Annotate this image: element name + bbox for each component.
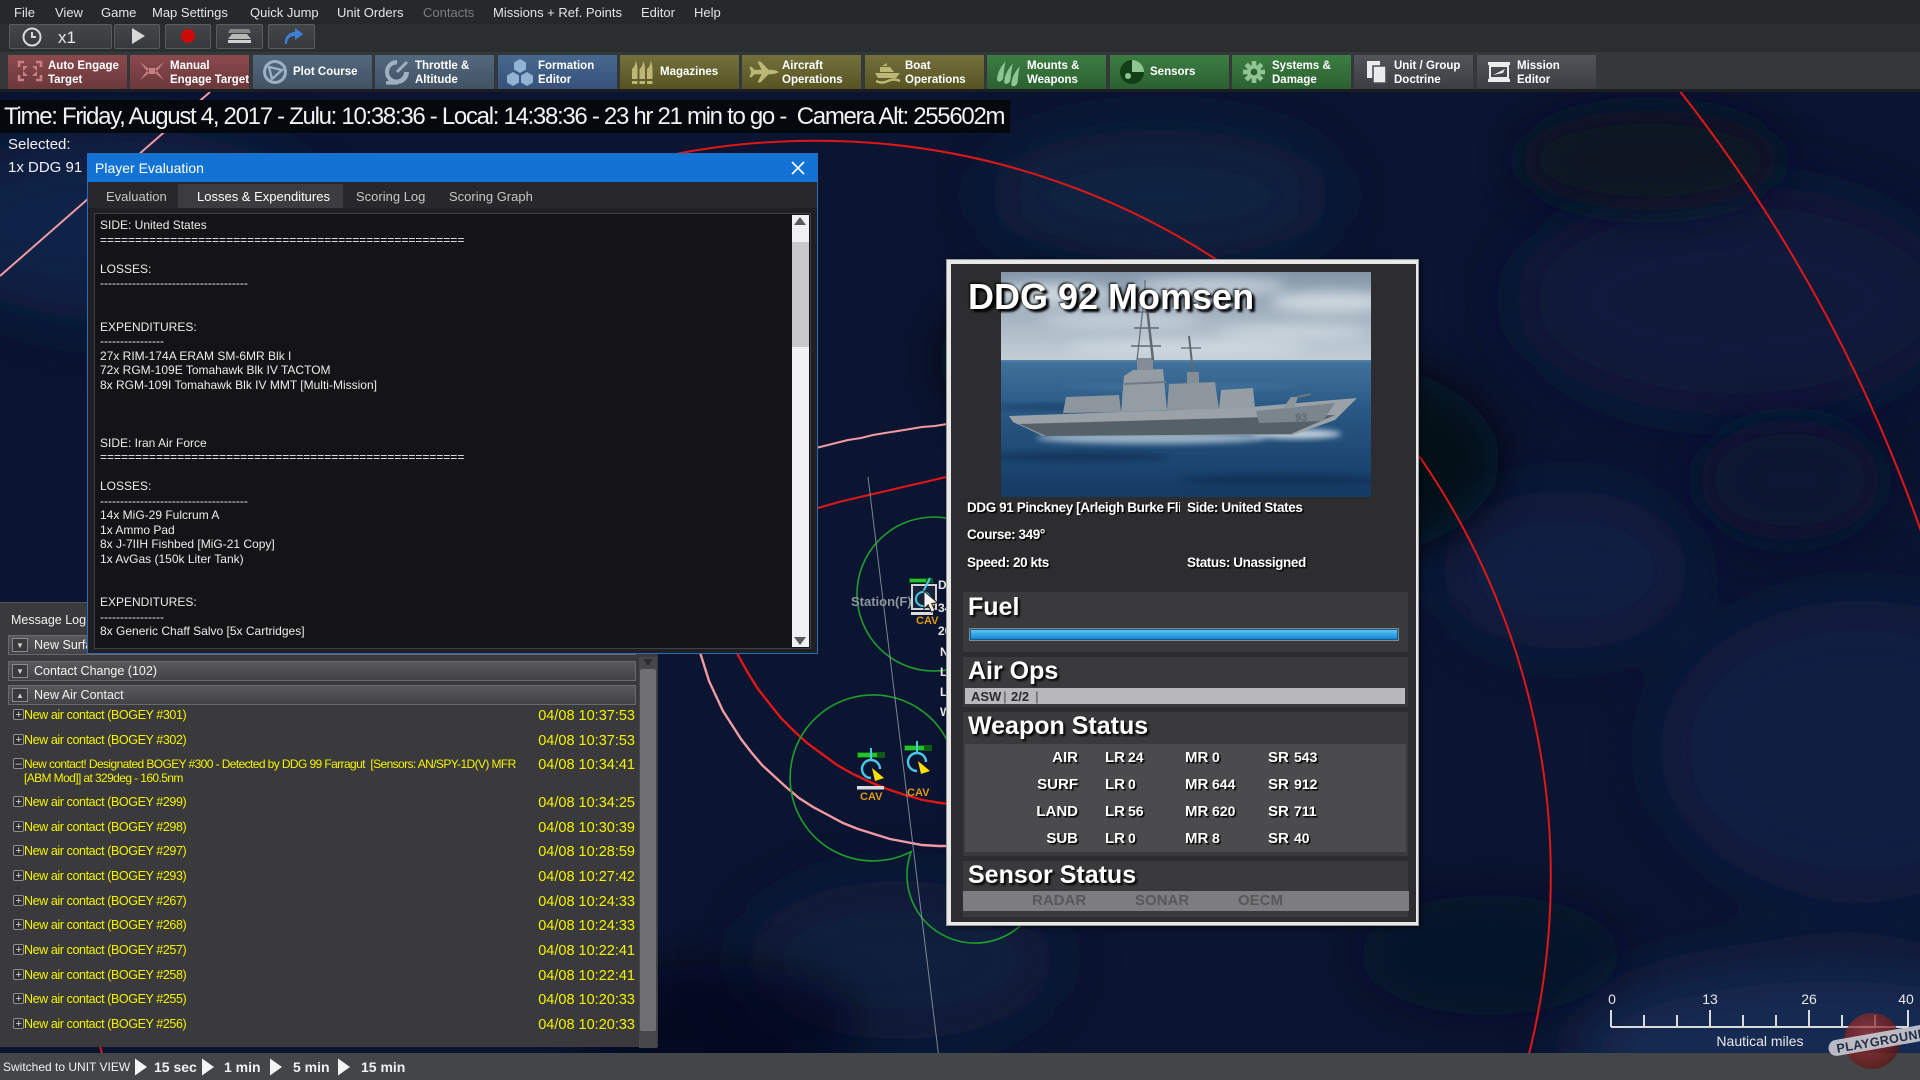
svg-text:CAV: CAV	[860, 791, 883, 803]
svg-text:Station(F): Station(F)	[851, 594, 912, 609]
svg-text:CAV: CAV	[907, 787, 930, 799]
svg-text:13: 13	[1702, 991, 1718, 1007]
svg-text:0: 0	[1608, 991, 1616, 1007]
svg-text:CAV: CAV	[916, 615, 939, 627]
svg-text:x1: x1	[58, 28, 76, 47]
svg-text:93: 93	[1295, 412, 1307, 424]
